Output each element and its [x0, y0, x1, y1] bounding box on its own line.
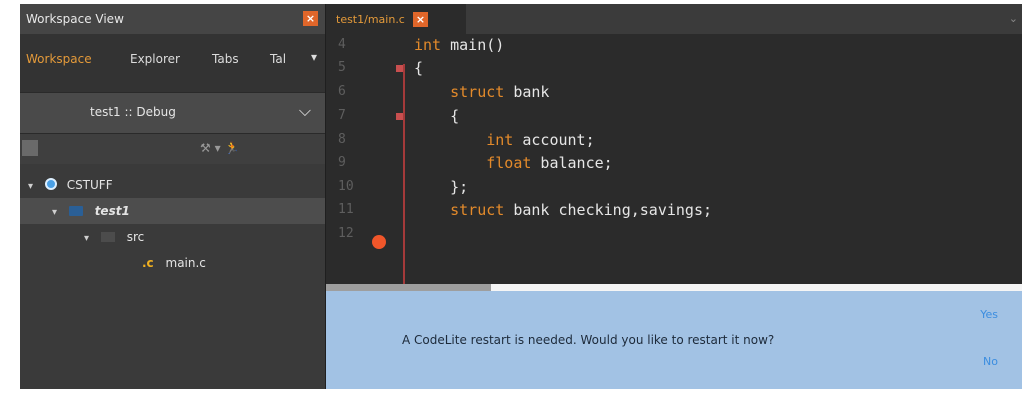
- line-number: 5: [338, 60, 346, 75]
- line-number: 4: [338, 37, 346, 52]
- tree-item-label: main.c: [165, 256, 206, 270]
- line-number: 11: [338, 202, 354, 217]
- tab-tabs[interactable]: Tabs: [212, 52, 239, 66]
- chevron-down-icon[interactable]: ▾: [28, 181, 33, 192]
- tree-item-label: src: [126, 230, 145, 244]
- workspace-title-bar: Workspace View ×: [20, 4, 325, 34]
- info-message: A CodeLite restart is needed. Would you …: [402, 333, 775, 347]
- configuration-label: test1 :: Debug: [90, 105, 176, 119]
- code-text: {: [414, 59, 424, 77]
- codelite-window: Workspace View × Workspace Explorer Tabs…: [20, 4, 1022, 389]
- code-text: main(): [441, 36, 505, 54]
- close-icon[interactable]: ×: [303, 11, 318, 26]
- fold-marker-icon[interactable]: [396, 113, 403, 120]
- project-icon: [68, 206, 83, 216]
- code-text: bank: [504, 83, 550, 101]
- code-line[interactable]: int account;: [414, 131, 595, 149]
- editor-tab[interactable]: test1/main.c ×: [326, 4, 466, 34]
- build-icon[interactable]: ⚒ ▾ 🏃: [200, 141, 239, 155]
- yes-button[interactable]: Yes: [980, 308, 998, 321]
- c-file-icon: .c: [142, 256, 154, 270]
- line-number-gutter[interactable]: 4 5 6 7 8 9 10 11 12: [326, 34, 396, 284]
- workspace-title: Workspace View: [26, 12, 124, 26]
- tree-item-file[interactable]: .c main.c: [142, 250, 206, 276]
- fold-margin-line: [403, 64, 405, 284]
- chevron-down-icon[interactable]: ▾: [52, 207, 57, 218]
- code-line[interactable]: {: [414, 59, 423, 77]
- code-keyword: int: [414, 131, 514, 149]
- close-icon[interactable]: ×: [413, 12, 428, 27]
- code-text: balance;: [531, 154, 613, 172]
- tree-item-label: CSTUFF: [66, 178, 113, 192]
- workspace-toolbar: ⚒ ▾ 🏃: [20, 134, 325, 164]
- fold-marker-icon[interactable]: [396, 65, 403, 72]
- code-text: account;: [513, 131, 595, 149]
- workspace-icon: [44, 178, 57, 190]
- editor-tab-bar: test1/main.c × ⌄: [326, 4, 1022, 34]
- tab-tal[interactable]: Tal: [270, 52, 286, 66]
- line-number: 6: [338, 84, 346, 99]
- code-keyword: struct: [414, 201, 505, 219]
- chevron-down-icon[interactable]: ▾: [84, 233, 89, 244]
- tree-item-project[interactable]: ▾ test1: [20, 198, 325, 224]
- code-text: };: [414, 178, 469, 196]
- code-line[interactable]: struct bank: [414, 83, 549, 101]
- configuration-dropdown[interactable]: test1 :: Debug ⌵: [20, 92, 325, 134]
- tabs-overflow-icon[interactable]: ▾: [311, 50, 317, 64]
- editor-tab-label: test1/main.c: [336, 13, 405, 26]
- line-number: 9: [338, 155, 346, 170]
- code-keyword: struct: [414, 83, 505, 101]
- code-keyword: float: [414, 154, 532, 172]
- tab-explorer[interactable]: Explorer: [130, 52, 180, 66]
- line-number: 7: [338, 108, 346, 123]
- tree-item-workspace[interactable]: ▾ CSTUFF: [28, 172, 113, 198]
- workspace-tabs: Workspace Explorer Tabs Tal ▾: [20, 34, 325, 92]
- tree-item-label: test1: [94, 204, 130, 218]
- code-text: {: [414, 107, 460, 125]
- code-line[interactable]: float balance;: [414, 154, 613, 172]
- workspace-panel: Workspace View × Workspace Explorer Tabs…: [20, 4, 326, 389]
- editor-area: test1/main.c × ⌄ 4 5 6 7 8 9 10 11 12 in…: [326, 4, 1022, 389]
- code-text: bank checking,savings;: [504, 201, 713, 219]
- scrollbar-thumb[interactable]: [326, 284, 491, 291]
- tree-item-folder[interactable]: ▾ src: [84, 224, 144, 250]
- code-line[interactable]: struct bank checking,savings;: [414, 201, 712, 219]
- line-number: 12: [338, 226, 354, 241]
- run-icon[interactable]: 🏃: [224, 141, 239, 155]
- no-button[interactable]: No: [983, 355, 998, 368]
- code-line[interactable]: {: [414, 107, 459, 125]
- restart-info-bar: A CodeLite restart is needed. Would you …: [326, 291, 1022, 389]
- breakpoint-icon[interactable]: [372, 235, 386, 249]
- line-number: 10: [338, 179, 354, 194]
- horizontal-scrollbar[interactable]: [326, 284, 1022, 291]
- toolbar-button[interactable]: [22, 140, 38, 156]
- tab-workspace[interactable]: Workspace: [26, 52, 92, 66]
- hammer-icon[interactable]: ⚒ ▾: [200, 141, 221, 155]
- code-line[interactable]: };: [414, 178, 468, 196]
- line-number: 8: [338, 132, 346, 147]
- code-line[interactable]: int main(): [414, 36, 504, 54]
- code-keyword: int: [414, 36, 442, 54]
- folder-icon: [100, 232, 115, 242]
- chevron-down-icon: ⌵: [298, 101, 311, 120]
- chevron-down-icon[interactable]: ⌄: [1009, 12, 1018, 25]
